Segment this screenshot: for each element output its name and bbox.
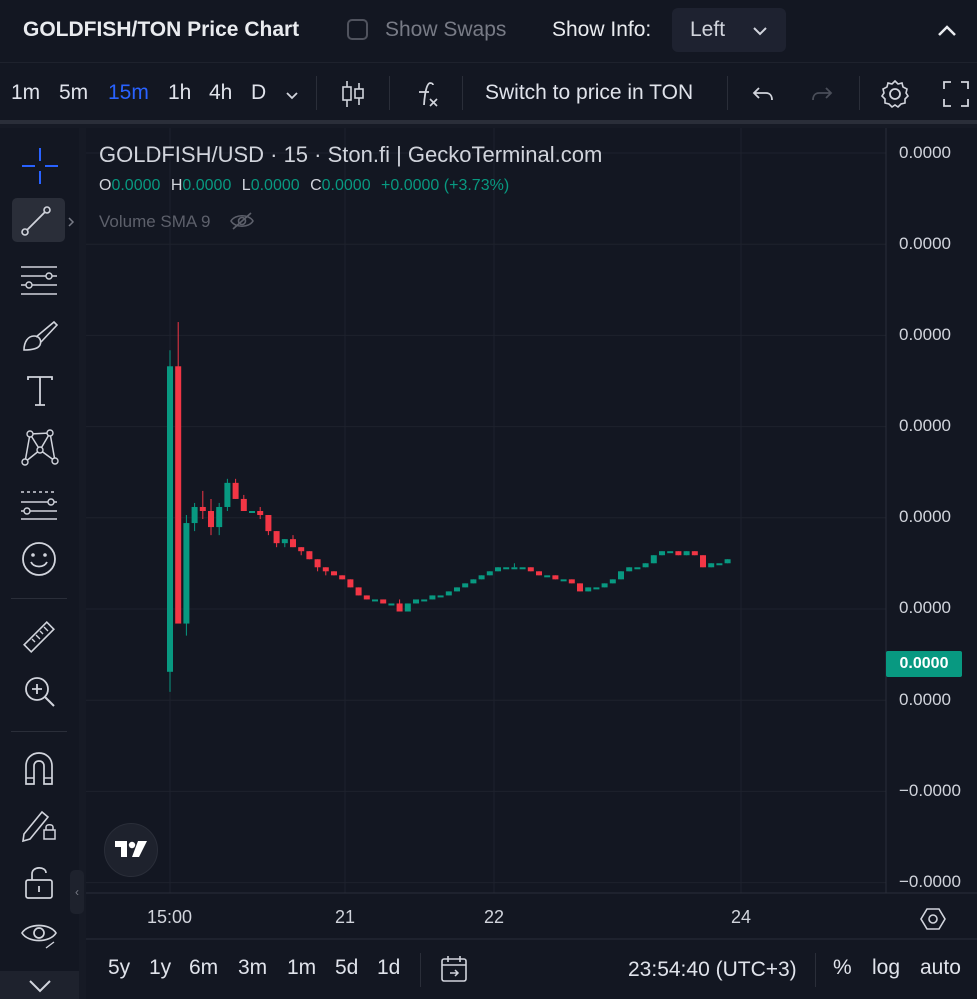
range-3m[interactable]: 3m (238, 956, 267, 980)
timeframe-15m[interactable]: 15m (108, 81, 149, 105)
timeframe-5m[interactable]: 5m (59, 81, 88, 105)
low-label: L (241, 177, 251, 194)
hidden-eye-icon[interactable] (229, 211, 255, 231)
trend-line-tool[interactable] (12, 198, 65, 242)
volume-label: Volume SMA 9 (99, 212, 211, 231)
price-axis-label: 0.0000 (899, 234, 951, 253)
high-label: H (170, 177, 183, 194)
timeframe-1h[interactable]: 1h (168, 81, 191, 105)
time-axis-label: 24 (731, 907, 752, 927)
emoji-icon[interactable] (20, 540, 58, 578)
range-1y[interactable]: 1y (149, 956, 171, 980)
chevron-down-icon (753, 27, 767, 36)
eye-icon[interactable] (20, 918, 58, 952)
timeframe-4h[interactable]: 4h (209, 81, 232, 105)
chevron-right-icon[interactable] (66, 216, 76, 228)
toolbar-separator (859, 76, 860, 110)
ruler-icon[interactable] (20, 618, 58, 656)
range-1m[interactable]: 1m (287, 956, 316, 980)
volume-legend[interactable]: Volume SMA 9 (99, 211, 255, 232)
crosshair-icon[interactable] (20, 146, 60, 186)
price-axis-label: −0.0000 (899, 781, 961, 800)
toolbar-scroll-down[interactable] (0, 971, 79, 999)
open-label: O (99, 177, 112, 194)
fullscreen-icon[interactable] (941, 79, 971, 109)
price-axis-label: 0.0000 (899, 598, 951, 617)
toolbar-separator (462, 76, 463, 110)
show-info-label: Show Info: (552, 18, 652, 41)
brush-icon[interactable] (20, 318, 60, 354)
show-info-select[interactable]: Left (672, 8, 786, 52)
price-axis-label: 0.0000 (899, 416, 951, 435)
redo-icon[interactable] (809, 81, 835, 107)
time-axis-label: 21 (335, 907, 356, 927)
auto-toggle[interactable]: auto (920, 956, 961, 980)
show-info-value: Left (690, 18, 726, 41)
price-axis-label: 0.0000 (899, 507, 951, 526)
range-5d[interactable]: 5d (335, 956, 358, 980)
toolbar-separator (316, 76, 317, 110)
candlestick-icon[interactable] (339, 78, 367, 110)
indicators-icon[interactable] (412, 79, 442, 109)
chevron-down-icon (29, 980, 51, 993)
ohlc-legend: O0.0000 H0.0000 L0.0000 C0.0000 +0.0000 … (99, 177, 509, 195)
clock-timezone[interactable]: 23:54:40 (UTC+3) (628, 958, 797, 982)
trend-line-icon (21, 206, 51, 236)
chart-toolbar: 1m 5m 15m 1h 4h D Switch to price in TON (0, 62, 977, 124)
hide-toolbar-toggle[interactable]: ‹ (70, 870, 84, 914)
last-price-badge: 0.0000 (886, 651, 962, 677)
chart-panel[interactable] (86, 128, 977, 999)
close-value: 0.0000 (321, 177, 371, 194)
toolbar-separator (11, 598, 67, 599)
close-label: C (310, 177, 322, 194)
timeframe-d[interactable]: D (251, 81, 266, 105)
range-1d[interactable]: 1d (377, 956, 400, 980)
time-axis-settings-icon[interactable] (919, 905, 947, 933)
lock-drawing-icon[interactable] (20, 806, 58, 844)
time-axis-label: 15:00 (147, 907, 193, 927)
time-axis-label: 22 (484, 907, 505, 927)
tradingview-logo-icon (115, 841, 147, 857)
collapse-icon[interactable] (934, 18, 960, 44)
show-swaps-checkbox[interactable] (347, 19, 368, 40)
percent-toggle[interactable]: % (833, 956, 852, 980)
chevron-down-icon[interactable] (283, 86, 301, 104)
tradingview-logo[interactable] (104, 823, 158, 877)
text-icon[interactable] (24, 374, 56, 408)
toolbar-separator (727, 76, 728, 110)
chart-header: GOLDFISH/TON Price Chart Show Swaps Show… (0, 0, 977, 62)
toolbar-separator (389, 76, 390, 110)
forecast-icon[interactable] (19, 486, 59, 522)
magnet-icon[interactable] (22, 750, 56, 786)
price-axis-label: −0.0000 (899, 872, 961, 891)
settings-icon[interactable] (879, 78, 911, 110)
drawing-toolbar (0, 128, 79, 999)
price-axis-label: 0.0000 (899, 143, 951, 162)
price-axis-label: 0.0000 (899, 325, 951, 344)
chart-title: GOLDFISH/TON Price Chart (23, 18, 300, 41)
timeframe-1m[interactable]: 1m (11, 81, 40, 105)
log-toggle[interactable]: log (872, 956, 900, 980)
toolbar-separator (11, 731, 67, 732)
bottom-separator (815, 953, 816, 987)
zoom-in-icon[interactable] (22, 674, 58, 710)
switch-price-ton-button[interactable]: Switch to price in TON (485, 81, 693, 105)
high-value: 0.0000 (182, 177, 232, 194)
bottom-separator (420, 953, 421, 987)
symbol-legend: GOLDFISH/USD · 15 · Ston.fi | GeckoTermi… (99, 142, 603, 167)
undo-icon[interactable] (750, 81, 776, 107)
unlock-icon[interactable] (22, 864, 56, 900)
show-swaps-label[interactable]: Show Swaps (385, 18, 506, 42)
range-6m[interactable]: 6m (189, 956, 218, 980)
open-value: 0.0000 (111, 177, 161, 194)
change-value: +0.0000 (+3.73%) (381, 177, 510, 194)
price-axis-label: 0.0000 (899, 690, 951, 709)
low-value: 0.0000 (250, 177, 300, 194)
horizontal-lines-icon[interactable] (19, 262, 59, 298)
pattern-icon[interactable] (20, 428, 60, 466)
go-to-date-icon[interactable] (438, 953, 470, 985)
range-5y[interactable]: 5y (108, 956, 130, 980)
